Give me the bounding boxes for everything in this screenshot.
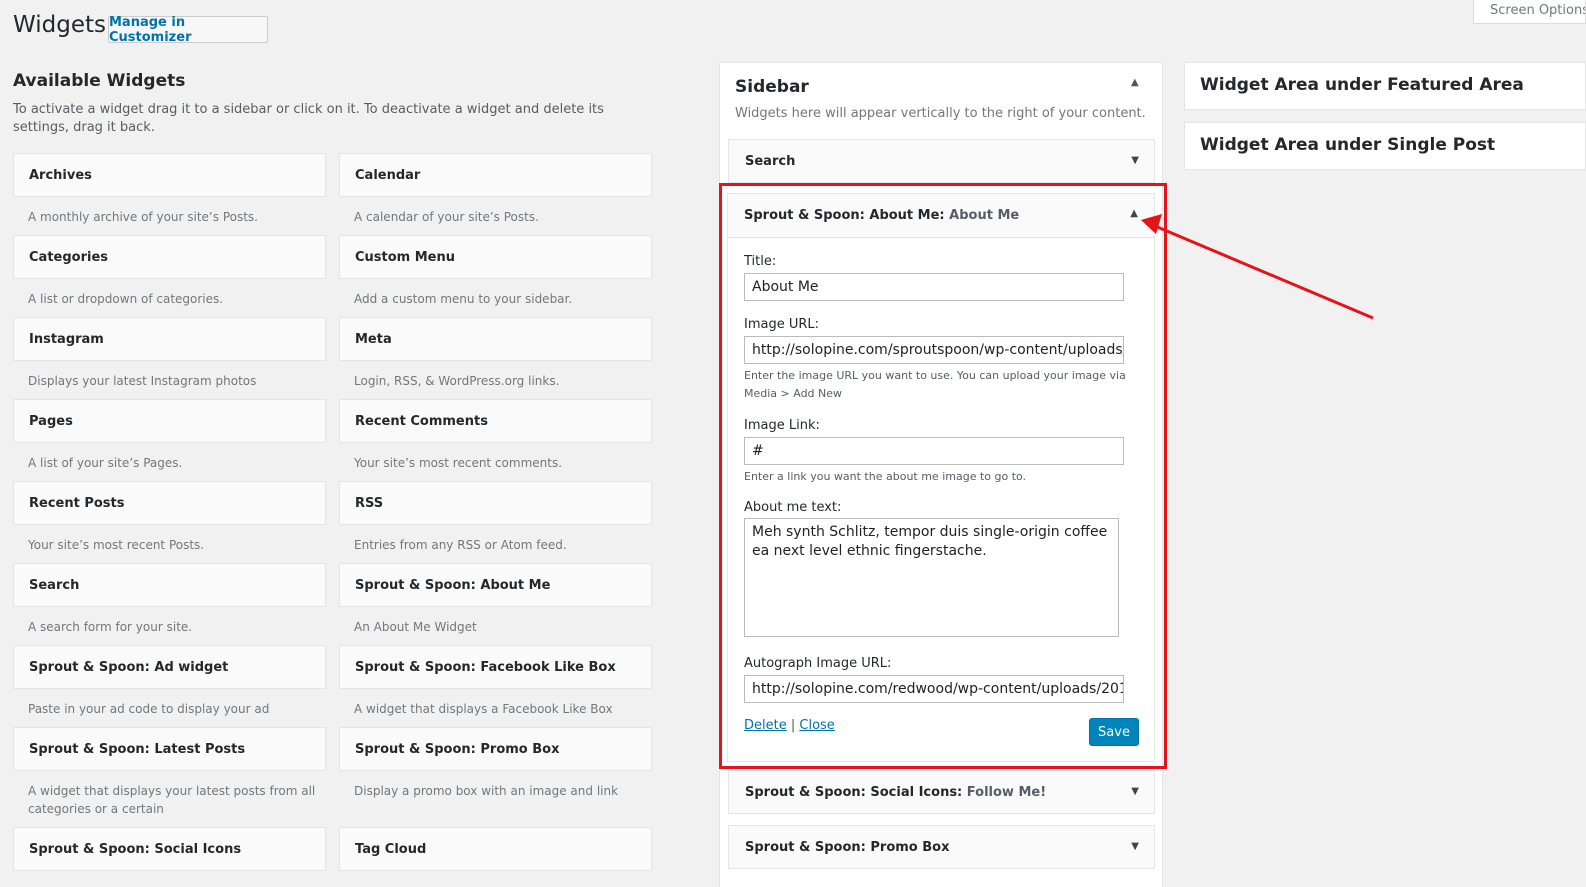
widget-title: Sprout & Spoon: Promo Box xyxy=(745,840,950,855)
available-widget[interactable]: Sprout & Spoon: Ad widget Paste in your a… xyxy=(13,645,326,718)
image-link-label: Image Link: xyxy=(744,418,820,433)
widget-title[interactable]: Meta xyxy=(339,317,652,361)
delete-link[interactable]: Delete xyxy=(744,718,787,733)
widget-description: A list of your site’s Pages. xyxy=(28,456,183,470)
available-widget[interactable]: Search A search form for your site. xyxy=(13,563,326,636)
page-title: Widgets xyxy=(13,12,106,38)
available-widget[interactable]: Instagram Displays your latest Instagram … xyxy=(13,317,326,390)
close-link[interactable]: Close xyxy=(799,718,834,733)
widget-title[interactable]: Sprout & Spoon: Facebook Like Box xyxy=(339,645,652,689)
widget-description: A search form for your site. xyxy=(28,620,193,634)
image-url-input[interactable]: http://solopine.com/sproutspoon/wp-conte… xyxy=(744,336,1124,364)
collapse-up-icon[interactable]: ▲ xyxy=(1130,208,1138,219)
widget-title[interactable]: Sprout & Spoon: Ad widget xyxy=(13,645,326,689)
sidebar-widget-search[interactable]: Search ▼ xyxy=(728,139,1155,183)
widget-description: A calendar of your site’s Posts. xyxy=(354,210,539,224)
screen-options-button[interactable]: Screen Options xyxy=(1473,0,1586,24)
widget-area-featured[interactable]: Widget Area under Featured Area xyxy=(1184,62,1586,110)
sidebar-widget-social-icons[interactable]: Sprout & Spoon: Social Icons: Follow Me!… xyxy=(728,770,1155,814)
widget-title: Search xyxy=(745,154,796,169)
widget-description: A widget that displays a Facebook Like B… xyxy=(354,702,613,716)
widget-description: Display a promo box with an image and li… xyxy=(354,784,619,798)
widget-title: Sprout & Spoon: About Me: xyxy=(744,208,945,223)
available-widgets-description: To activate a widget drag it to a sideba… xyxy=(13,102,604,135)
widget-title[interactable]: Pages xyxy=(13,399,326,443)
widget-description: Entries from any RSS or Atom feed. xyxy=(354,538,567,552)
widget-description: Login, RSS, & WordPress.org links. xyxy=(354,374,560,388)
collapse-up-icon[interactable]: ▲ xyxy=(1131,77,1139,88)
about-me-widget-expanded: Sprout & Spoon: About Me: About Me ▲ Tit… xyxy=(727,193,1155,762)
available-widget[interactable]: Sprout & Spoon: Facebook Like Box A widge… xyxy=(339,645,652,718)
widget-title[interactable]: Calendar xyxy=(339,153,652,197)
widget-title[interactable]: Recent Comments xyxy=(339,399,652,443)
widget-title[interactable]: Instagram xyxy=(13,317,326,361)
widget-title[interactable]: Recent Posts xyxy=(13,481,326,525)
sidebar-description: Widgets here will appear vertically to t… xyxy=(735,106,1146,121)
widget-description: Displays your latest Instagram photos xyxy=(28,374,257,388)
sidebar-title: Sidebar xyxy=(735,77,809,97)
widget-description: Your site’s most recent Posts. xyxy=(28,538,205,552)
link-separator: | xyxy=(790,718,796,733)
widget-title[interactable]: Categories xyxy=(13,235,326,279)
available-widget[interactable]: Recent Comments Your site’s most recent c… xyxy=(339,399,652,472)
available-widget[interactable]: Tag Cloud xyxy=(339,827,652,871)
widget-title[interactable]: Sprout & Spoon: About Me xyxy=(339,563,652,607)
available-widget[interactable]: RSS Entries from any RSS or Atom feed. xyxy=(339,481,652,554)
widget-title: Sprout & Spoon: Social Icons: xyxy=(745,785,963,800)
available-widget[interactable]: Recent Posts Your site’s most recent Post… xyxy=(13,481,326,554)
autograph-url-label: Autograph Image URL: xyxy=(744,656,892,671)
expand-down-icon[interactable]: ▼ xyxy=(1131,841,1139,852)
expand-down-icon[interactable]: ▼ xyxy=(1131,786,1139,797)
widget-title[interactable]: Sprout & Spoon: Social Icons xyxy=(13,827,326,871)
title-label: Title: xyxy=(744,254,777,269)
available-widget[interactable]: Sprout & Spoon: Social Icons xyxy=(13,827,326,871)
image-link-help: Enter a link you want the about me image… xyxy=(744,470,1027,483)
widget-title[interactable]: RSS xyxy=(339,481,652,525)
widget-title[interactable]: Custom Menu xyxy=(339,235,652,279)
widget-title[interactable]: Tag Cloud xyxy=(339,827,652,871)
about-text-label: About me text: xyxy=(744,500,842,515)
image-url-help: Enter the image URL you want to use. You… xyxy=(744,369,1126,400)
widget-title[interactable]: Sprout & Spoon: Latest Posts xyxy=(13,727,326,771)
title-input[interactable]: About Me xyxy=(744,273,1124,301)
available-widget[interactable]: Archives A monthly archive of your site’s… xyxy=(13,153,326,226)
available-widget[interactable]: Custom Menu Add a custom menu to your sid… xyxy=(339,235,652,308)
widget-title[interactable]: Search xyxy=(13,563,326,607)
manage-in-customizer-button[interactable]: Manage in Customizer xyxy=(108,15,268,45)
widget-description: A monthly archive of your site’s Posts. xyxy=(28,210,258,224)
sidebar-widget-promo-box[interactable]: Sprout & Spoon: Promo Box ▼ xyxy=(728,825,1155,869)
widget-subtitle: About Me xyxy=(949,208,1020,223)
widget-description: A list or dropdown of categories. xyxy=(28,292,224,306)
available-widgets-title: Available Widgets xyxy=(13,71,186,91)
image-link-input[interactable]: # xyxy=(744,437,1124,465)
save-button[interactable]: Save xyxy=(1089,718,1139,746)
available-widget[interactable]: Categories A list or dropdown of categori… xyxy=(13,235,326,308)
widget-description: Add a custom menu to your sidebar. xyxy=(354,292,573,306)
widget-subtitle: Follow Me! xyxy=(966,785,1047,800)
widget-description: Paste in your ad code to display your ad xyxy=(28,702,270,716)
expand-down-icon[interactable]: ▼ xyxy=(1131,155,1139,166)
widget-control-links: Delete | Close xyxy=(744,718,835,733)
widget-description: Your site’s most recent comments. xyxy=(354,456,563,470)
available-widget[interactable]: Sprout & Spoon: Latest Posts A widget tha… xyxy=(13,727,326,818)
widget-description: A widget that displays your latest posts… xyxy=(28,784,316,816)
available-widget[interactable]: Meta Login, RSS, & WordPress.org links. xyxy=(339,317,652,390)
image-url-label: Image URL: xyxy=(744,317,820,332)
available-widget[interactable]: Calendar A calendar of your site’s Posts. xyxy=(339,153,652,226)
widget-title[interactable]: Sprout & Spoon: Promo Box xyxy=(339,727,652,771)
widget-area-single-post[interactable]: Widget Area under Single Post xyxy=(1184,122,1586,170)
available-widget[interactable]: Sprout & Spoon: About Me An About Me Widg… xyxy=(339,563,652,636)
about-text-textarea[interactable]: Meh synth Schlitz, tempor duis single-or… xyxy=(744,518,1119,637)
available-widget[interactable]: Pages A list of your site’s Pages. xyxy=(13,399,326,472)
widget-title[interactable]: Archives xyxy=(13,153,326,197)
about-me-widget-header[interactable]: Sprout & Spoon: About Me: About Me ▲ xyxy=(728,194,1154,238)
widget-description: An About Me Widget xyxy=(354,620,477,634)
autograph-url-input[interactable]: http://solopine.com/redwood/wp-content/u… xyxy=(744,675,1124,703)
available-widget[interactable]: Sprout & Spoon: Promo Box Display a promo… xyxy=(339,727,652,800)
